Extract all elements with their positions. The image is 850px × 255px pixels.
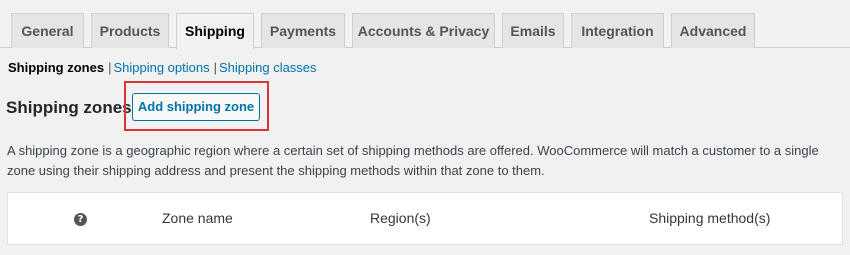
tab-integration[interactable]: Integration <box>571 13 664 48</box>
subnav-shipping-classes[interactable]: Shipping classes <box>219 60 317 75</box>
add-shipping-zone-button[interactable]: Add shipping zone <box>132 93 260 121</box>
shipping-zones-table: ? Zone name Region(s) Shipping method(s) <box>7 192 843 245</box>
shipping-zones-description: A shipping zone is a geographic region w… <box>7 143 819 178</box>
tab-general[interactable]: General <box>11 13 84 48</box>
column-regions: Region(s) <box>370 210 431 226</box>
tab-emails[interactable]: Emails <box>502 13 564 48</box>
page-title: Shipping zones <box>6 98 132 117</box>
subnav-shipping-zones: Shipping zones <box>8 60 105 75</box>
tab-shipping[interactable]: Shipping <box>176 13 254 49</box>
tab-products[interactable]: Products <box>91 13 169 48</box>
subnav-shipping-options[interactable]: Shipping options <box>113 60 209 75</box>
shipping-subnav: Shipping zones | Shipping options | Shipping… <box>8 59 317 77</box>
column-zone-name: Zone name <box>162 210 233 226</box>
subnav-separator: | <box>108 60 112 75</box>
tab-accounts-privacy[interactable]: Accounts & Privacy <box>352 13 495 48</box>
tab-advanced[interactable]: Advanced <box>671 13 755 48</box>
settings-tabs: General Products Shipping Payments Accou… <box>0 0 850 49</box>
tab-payments[interactable]: Payments <box>261 13 345 48</box>
column-shipping-methods: Shipping method(s) <box>649 210 771 226</box>
subnav-separator: | <box>213 60 217 75</box>
help-icon[interactable]: ? <box>74 213 87 226</box>
